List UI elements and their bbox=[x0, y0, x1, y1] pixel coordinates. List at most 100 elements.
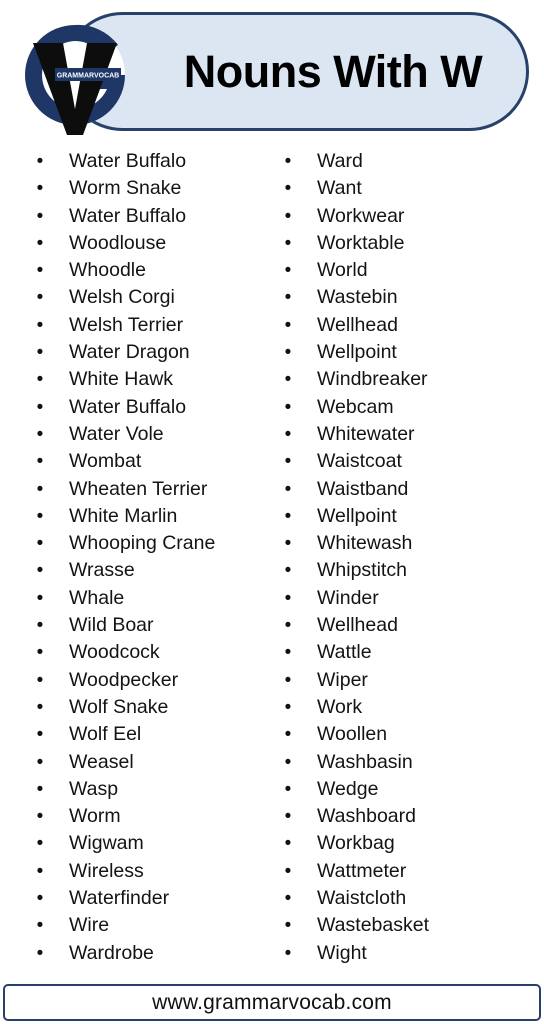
footer-url-box[interactable]: www.grammarvocab.com bbox=[3, 984, 541, 1021]
footer-url-text: www.grammarvocab.com bbox=[152, 990, 392, 1014]
word-row: • Worm bbox=[30, 803, 280, 830]
word-row: • Whooping Crane bbox=[30, 530, 280, 557]
bullet-icon: • bbox=[284, 342, 292, 364]
word-label: Wastebasket bbox=[317, 914, 429, 937]
bullet-icon: • bbox=[36, 232, 44, 254]
bullet-icon: • bbox=[284, 560, 292, 582]
bullet-icon: • bbox=[284, 888, 292, 910]
word-row: • Wellhead bbox=[278, 612, 528, 639]
word-row: • Wolf Snake bbox=[30, 694, 280, 721]
word-row: • Workbag bbox=[278, 830, 528, 857]
word-label: Wellpoint bbox=[317, 504, 397, 527]
word-label: Water Vole bbox=[69, 422, 164, 445]
bullet-icon: • bbox=[36, 806, 44, 828]
word-label: Welsh Terrier bbox=[69, 313, 184, 336]
word-label: Wattle bbox=[317, 641, 372, 664]
bullet-icon: • bbox=[284, 696, 292, 718]
word-label: Wellpoint bbox=[317, 341, 397, 364]
bullet-icon: • bbox=[284, 178, 292, 200]
word-row: • Wombat bbox=[30, 448, 280, 475]
word-row: • Woodpecker bbox=[30, 667, 280, 694]
bullet-icon: • bbox=[36, 560, 44, 582]
page-title: Nouns With W bbox=[183, 45, 483, 97]
bullet-icon: • bbox=[36, 151, 44, 172]
word-label: Worktable bbox=[317, 231, 405, 254]
word-row: • World bbox=[278, 257, 528, 284]
word-label: Waistband bbox=[317, 477, 409, 500]
bullet-icon: • bbox=[36, 478, 44, 500]
bullet-icon: • bbox=[284, 260, 292, 282]
bullet-icon: • bbox=[36, 342, 44, 364]
bullet-icon: • bbox=[36, 205, 44, 227]
word-row: • Wardrobe bbox=[30, 940, 280, 967]
word-label: Workwear bbox=[317, 204, 405, 227]
word-label: Wolf Snake bbox=[69, 695, 169, 718]
word-row: • Wild Boar bbox=[30, 612, 280, 639]
word-row: • Worktable bbox=[278, 230, 528, 257]
word-row: • Whipstitch bbox=[278, 557, 528, 584]
word-label: Waterfinder bbox=[69, 887, 170, 910]
word-row: • Waistband bbox=[278, 476, 528, 503]
word-label: Whooping Crane bbox=[69, 532, 216, 555]
word-row: • Wastebasket bbox=[278, 912, 528, 939]
bullet-icon: • bbox=[36, 888, 44, 910]
word-label: Whoodle bbox=[69, 259, 146, 282]
word-row: • Wolf Eel bbox=[30, 721, 280, 748]
word-label: White Marlin bbox=[69, 504, 178, 527]
word-label: Washboard bbox=[317, 805, 416, 828]
word-row: • Wight bbox=[278, 940, 528, 967]
bullet-icon: • bbox=[284, 533, 292, 555]
word-row: • Wattle bbox=[278, 639, 528, 666]
word-row: • Water Dragon bbox=[30, 339, 280, 366]
word-row: • Windbreaker bbox=[278, 366, 528, 393]
word-column-right: • Ward • Want • Workwear • Worktable • World • Wast… bbox=[278, 148, 528, 967]
word-row: • Ward bbox=[278, 148, 528, 175]
word-row: • Wheaten Terrier bbox=[30, 476, 280, 503]
word-row: • Waistcoat bbox=[278, 448, 528, 475]
word-label: Worm Snake bbox=[69, 177, 182, 200]
word-label: Wolf Eel bbox=[69, 723, 142, 746]
word-label: Whipstitch bbox=[317, 559, 407, 582]
word-label: Wiper bbox=[317, 668, 368, 691]
bullet-icon: • bbox=[284, 806, 292, 828]
bullet-icon: • bbox=[284, 860, 292, 882]
word-label: Woodcock bbox=[69, 641, 160, 664]
word-row: • White Marlin bbox=[30, 503, 280, 530]
word-label: Welsh Corgi bbox=[69, 286, 175, 309]
word-label: Woodlouse bbox=[69, 231, 167, 254]
word-row: • Whitewater bbox=[278, 421, 528, 448]
bullet-icon: • bbox=[36, 178, 44, 200]
word-list: • Water Buffalo • Worm Snake • Water Buffalo •… bbox=[0, 148, 544, 978]
bullet-icon: • bbox=[36, 423, 44, 445]
word-label: Weasel bbox=[69, 750, 134, 773]
word-row: • Wellhead bbox=[278, 312, 528, 339]
word-label: Woollen bbox=[317, 723, 388, 746]
word-row: • Want bbox=[278, 175, 528, 202]
word-row: • Work bbox=[278, 694, 528, 721]
bullet-icon: • bbox=[36, 669, 44, 691]
bullet-icon: • bbox=[36, 751, 44, 773]
bullet-icon: • bbox=[36, 587, 44, 609]
word-row: • Water Buffalo bbox=[30, 148, 280, 175]
word-row: • Welsh Corgi bbox=[30, 284, 280, 311]
word-row: • Woodcock bbox=[30, 639, 280, 666]
bullet-icon: • bbox=[284, 942, 292, 964]
word-row: • Washbasin bbox=[278, 749, 528, 776]
word-label: Woodpecker bbox=[69, 668, 179, 691]
word-row: • Wellpoint bbox=[278, 339, 528, 366]
bullet-icon: • bbox=[36, 369, 44, 391]
bullet-icon: • bbox=[284, 451, 292, 473]
word-row: • White Hawk bbox=[30, 366, 280, 393]
bullet-icon: • bbox=[284, 314, 292, 336]
word-label: Water Buffalo bbox=[69, 395, 187, 418]
word-row: • Water Vole bbox=[30, 421, 280, 448]
word-label: Wild Boar bbox=[69, 614, 154, 637]
word-label: Ward bbox=[317, 150, 363, 172]
word-label: Wardrobe bbox=[69, 941, 154, 964]
word-row: • Welsh Terrier bbox=[30, 312, 280, 339]
word-row: • Water Buffalo bbox=[30, 394, 280, 421]
bullet-icon: • bbox=[284, 751, 292, 773]
bullet-icon: • bbox=[36, 833, 44, 855]
bullet-icon: • bbox=[36, 451, 44, 473]
word-row: • Woollen bbox=[278, 721, 528, 748]
